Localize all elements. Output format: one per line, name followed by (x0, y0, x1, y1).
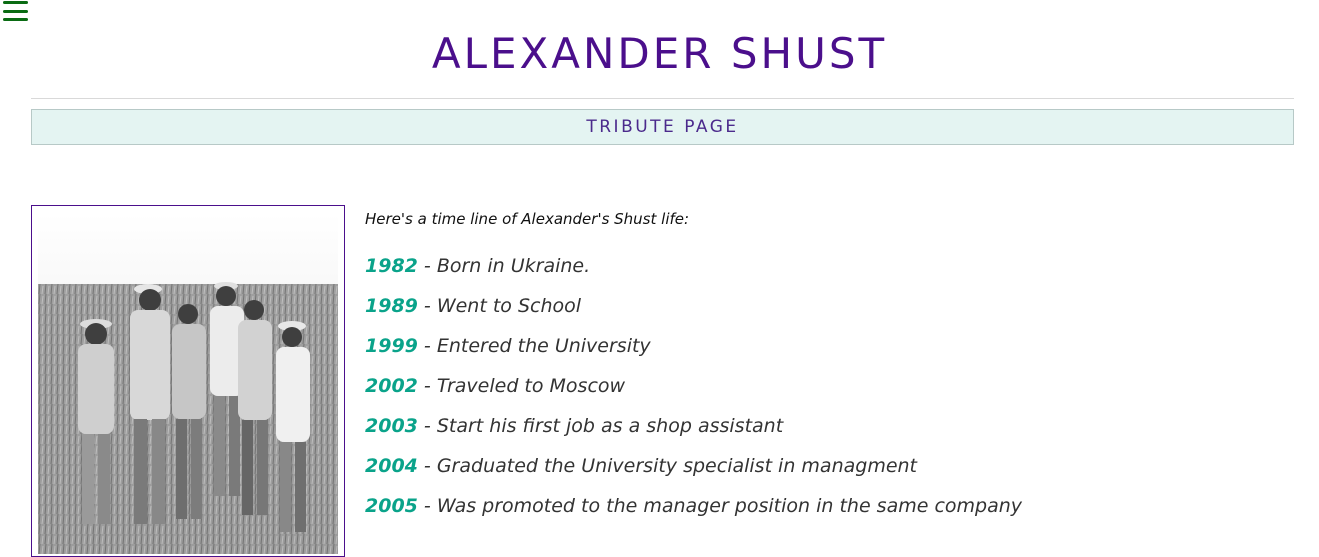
timeline-item: 2003 - Start his first job as a shop ass… (365, 406, 1295, 446)
timeline-item: 1989 - Went to School (365, 286, 1295, 326)
hamburger-menu-icon[interactable] (3, 1, 28, 21)
timeline-year: 1989 (365, 295, 418, 317)
menu-bar (3, 1, 28, 4)
timeline-item: 1982 - Born in Ukraine. (365, 246, 1295, 286)
timeline-event-text: - Graduated the University specialist in… (417, 455, 918, 477)
timeline-event-text: - Traveled to Moscow (417, 375, 626, 397)
group-photo-image (38, 214, 338, 554)
title-divider (31, 98, 1294, 99)
timeline-year: 2005 (365, 495, 418, 517)
timeline-item: 2004 - Graduated the University speciali… (365, 446, 1295, 486)
timeline-item: 2002 - Traveled to Moscow (365, 366, 1295, 406)
menu-bar (3, 18, 28, 21)
timeline-intro: Here's a time line of Alexander's Shust … (365, 210, 690, 228)
timeline-year: 1999 (365, 335, 418, 357)
timeline-event-text: - Born in Ukraine. (417, 255, 591, 277)
subtitle-banner: TRIBUTE PAGE (31, 109, 1294, 145)
page-subtitle: TRIBUTE PAGE (586, 117, 739, 137)
timeline-year: 2002 (365, 375, 418, 397)
timeline-event-text: - Was promoted to the manager position i… (417, 495, 1023, 517)
timeline-event-text: - Entered the University (417, 335, 651, 357)
timeline-list: 1982 - Born in Ukraine. 1989 - Went to Sc… (365, 246, 1295, 526)
timeline-year: 2004 (365, 455, 418, 477)
page-title: ALEXANDER SHUST (431, 29, 888, 78)
timeline-item: 1999 - Entered the University (365, 326, 1295, 366)
menu-bar (3, 9, 28, 13)
timeline-event-text: - Start his first job as a shop assistan… (417, 415, 784, 437)
timeline-year: 1982 (365, 255, 418, 277)
timeline-year: 2003 (365, 415, 418, 437)
timeline-event-text: - Went to School (417, 295, 582, 317)
tribute-photo (31, 205, 345, 557)
timeline-item: 2005 - Was promoted to the manager posit… (365, 486, 1295, 526)
timeline-section: Here's a time line of Alexander's Shust … (365, 206, 1295, 526)
